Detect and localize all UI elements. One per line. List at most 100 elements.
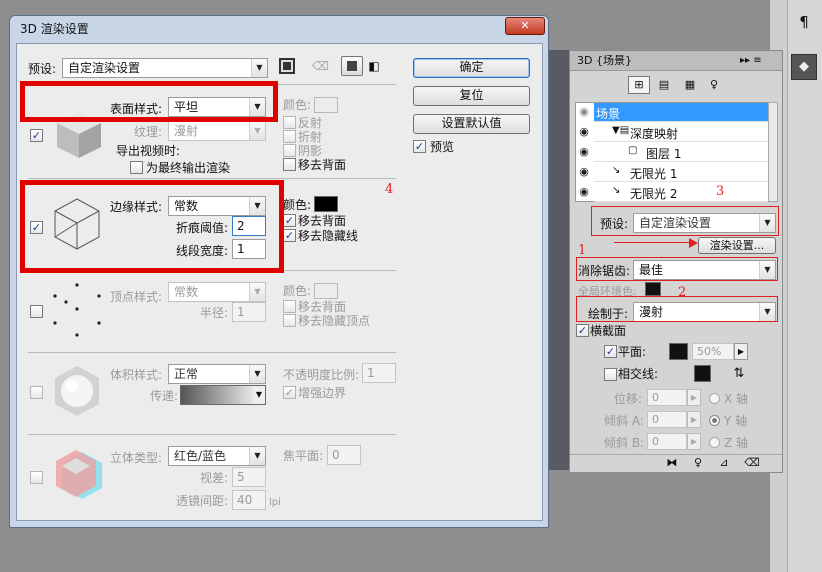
face-color-swatch[interactable] <box>314 97 338 113</box>
stereo-type-select[interactable]: 红色/蓝色 ▼ <box>168 446 266 466</box>
chevron-down-icon: ▼ <box>249 122 265 140</box>
parallax-input[interactable]: 5 <box>232 467 266 487</box>
vertex-style-value: 常数 <box>174 285 199 299</box>
ok-button[interactable]: 确定 <box>413 58 530 78</box>
vertex-radius-input[interactable]: 1 <box>232 302 266 322</box>
global-ambient-swatch[interactable] <box>645 282 661 296</box>
preview-label: 预览 <box>430 140 455 154</box>
plane-color-swatch[interactable] <box>669 343 688 360</box>
transfer-gradient[interactable]: ▼ <box>180 385 266 405</box>
stereo-enable-checkbox[interactable] <box>30 471 43 484</box>
divider <box>28 178 396 179</box>
render-settings-button[interactable]: 渲染设置... <box>698 237 776 254</box>
offset-input[interactable]: 0 <box>647 389 687 406</box>
toggle-light-icon[interactable]: ♀ <box>690 456 706 470</box>
annotation-arrow-line <box>614 242 694 243</box>
z-axis-radio[interactable] <box>709 437 720 448</box>
chevron-down-icon: ▼ <box>249 365 265 383</box>
volume-enable-checkbox[interactable] <box>30 386 43 399</box>
vertex-remove-hidden-checkbox[interactable] <box>283 314 296 327</box>
tree-row[interactable]: ↘ 无限光 1 <box>594 163 768 182</box>
face-remove-back-checkbox[interactable] <box>283 158 296 171</box>
tilt-a-label: 倾斜 A: <box>604 414 644 428</box>
tree-row[interactable]: ↘ 无限光 2 <box>594 183 768 202</box>
material-filter-icon[interactable]: ▦ <box>682 76 698 94</box>
visibility-eye-icon[interactable]: ◉ <box>576 184 592 200</box>
vertex-style-select[interactable]: 常数 ▼ <box>168 282 266 302</box>
final-output-checkbox[interactable] <box>130 161 143 174</box>
face-color-label: 颜色: <box>283 98 312 112</box>
edge-remove-back-checkbox[interactable]: ✓ <box>283 214 296 227</box>
volume-style-value: 正常 <box>174 367 199 381</box>
x-axis-label: X 轴 <box>724 392 749 406</box>
tree-row[interactable]: ▼▤ 深度映射 <box>594 123 768 142</box>
tree-row[interactable]: 场景 <box>594 103 768 122</box>
chevron-right-icon[interactable]: ▶ <box>687 433 701 450</box>
vertex-enable-checkbox[interactable] <box>30 305 43 318</box>
volume-style-select[interactable]: 正常 ▼ <box>168 364 266 384</box>
shadow-label: 阴影 <box>298 144 323 158</box>
y-axis-radio[interactable] <box>709 415 720 426</box>
edge-color-swatch[interactable] <box>314 196 338 212</box>
export-video-label: 导出视频时: <box>116 144 181 158</box>
panel-front-icon[interactable] <box>341 56 363 76</box>
focal-plane-input[interactable]: 0 <box>327 445 361 465</box>
save-preset-icon[interactable] <box>279 58 295 74</box>
visibility-eye-icon[interactable]: ◉ <box>576 104 592 120</box>
enhance-boundary-checkbox[interactable]: ✓ <box>283 386 296 399</box>
reflect-checkbox[interactable] <box>283 116 296 129</box>
x-axis-radio[interactable] <box>709 393 720 404</box>
new-light-icon[interactable]: ⊿ <box>716 456 732 470</box>
visibility-eye-icon[interactable]: ◉ <box>576 144 592 160</box>
refract-checkbox[interactable] <box>283 130 296 143</box>
face-enable-checkbox[interactable]: ✓ <box>30 129 43 142</box>
3d-tool-icon[interactable]: ◆ <box>791 54 817 80</box>
mesh-filter-icon[interactable]: ▤ <box>656 76 672 94</box>
light-filter-icon[interactable]: ♀ <box>706 76 722 94</box>
scene-filter-icon[interactable]: ⊞ <box>628 76 650 94</box>
intersect-label: 相交线: <box>618 367 659 381</box>
volume-style-label: 体积样式: <box>110 368 163 382</box>
panel-menu-icon[interactable]: ▸▸ ≡ <box>740 54 762 68</box>
visibility-eye-icon[interactable]: ◉ <box>576 164 592 180</box>
tilt-a-input[interactable]: 0 <box>647 411 687 428</box>
shadow-checkbox[interactable] <box>283 144 296 157</box>
visibility-eye-icon[interactable]: ◉ <box>576 124 592 140</box>
intersect-color-swatch[interactable] <box>694 365 711 382</box>
vertex-color-swatch[interactable] <box>314 283 338 299</box>
chevron-right-icon[interactable]: ▶ <box>687 389 701 406</box>
tree-scrollbar[interactable] <box>768 102 778 202</box>
flip-icon[interactable]: ⇅ <box>730 365 748 383</box>
face-texture-select[interactable]: 漫射 ▼ <box>168 121 266 141</box>
stereo-type-value: 红色/蓝色 <box>174 449 227 463</box>
dialog-title: 3D 渲染设置 <box>20 22 89 36</box>
annotation-number-1: 1 <box>578 243 587 258</box>
vertex-radius-label: 半径: <box>200 306 229 320</box>
plane-checkbox[interactable]: ✓ <box>604 345 617 358</box>
offset-label: 位移: <box>614 392 643 406</box>
annotation-number-4: 4 <box>385 182 394 197</box>
preview-checkbox[interactable]: ✓ <box>413 140 426 153</box>
opacity-scale-input[interactable]: 1 <box>362 363 396 383</box>
dialog-close-button[interactable]: ✕ <box>505 17 545 35</box>
reset-button[interactable]: 复位 <box>413 86 530 106</box>
panel-back-icon[interactable]: ◧ <box>367 58 381 74</box>
stereo-type-label: 立体类型: <box>110 451 163 465</box>
delete-preset-icon[interactable]: ⌫ <box>312 58 329 74</box>
vertex-remove-back-checkbox[interactable] <box>283 300 296 313</box>
plane-opacity-input[interactable]: 50% <box>692 343 734 360</box>
cross-section-checkbox[interactable]: ✓ <box>576 324 589 337</box>
intersect-checkbox[interactable] <box>604 368 617 381</box>
tilt-b-input[interactable]: 0 <box>647 433 687 450</box>
chevron-right-icon[interactable]: ▶ <box>734 343 748 360</box>
chevron-right-icon[interactable]: ▶ <box>687 411 701 428</box>
tree-row[interactable]: ▢ 图层 1 <box>594 143 768 162</box>
preset-select[interactable]: 自定渲染设置 ▼ <box>62 58 268 78</box>
lens-spacing-input[interactable]: 40 <box>232 490 266 510</box>
panel-tab-title[interactable]: 3D {场景} <box>577 54 632 68</box>
edge-remove-hidden-checkbox[interactable]: ✓ <box>283 229 296 242</box>
toggle-ground-icon[interactable]: ⧓ <box>664 456 680 470</box>
paragraph-icon[interactable]: ¶ <box>794 12 814 32</box>
set-default-button[interactable]: 设置默认值 <box>413 114 530 134</box>
delete-icon[interactable]: ⌫ <box>744 456 760 470</box>
